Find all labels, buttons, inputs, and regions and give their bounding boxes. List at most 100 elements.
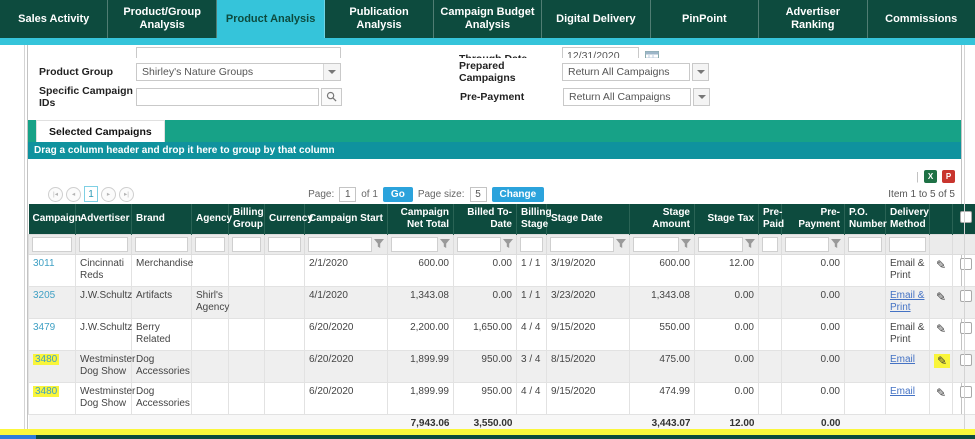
campaign-id-link[interactable]: 3480 [33,354,59,365]
chevron-down-icon[interactable] [323,64,340,80]
col-header-edit[interactable] [930,204,953,234]
tab-commissions[interactable]: Commissions [868,0,975,38]
filter-input-net-total[interactable] [391,237,438,252]
delivery-method-link[interactable]: Email & Print [890,290,924,314]
filter-input-stage-amount[interactable] [633,237,679,252]
col-header-agency[interactable]: Agency [192,204,229,234]
filter-funnel-icon[interactable] [616,239,626,249]
cropped-filter-input[interactable] [136,47,341,58]
col-header-billing-group[interactable]: Billing Group [229,204,265,234]
chevron-down-icon[interactable] [692,63,709,81]
panel-tab-bar: Selected Campaigns [28,120,961,142]
col-header-billed-to-date[interactable]: Billed To-Date [454,204,517,234]
filter-funnel-icon[interactable] [681,239,691,249]
filter-input-stage-tax[interactable] [698,237,743,252]
product-group-select[interactable]: Shirley's Nature Groups [136,63,341,81]
change-button[interactable]: Change [492,187,545,202]
tab-advertiser-ranking[interactable]: Advertiser Ranking [759,0,867,38]
tab-sales-activity[interactable]: Sales Activity [0,0,108,38]
tab-campaign-budget-analysis[interactable]: Campaign Budget Analysis [434,0,542,38]
grid-filter-row [29,234,975,254]
select-all-checkbox[interactable] [960,211,972,223]
next-page-button[interactable]: ▸ [101,187,116,202]
edit-campaign-icon[interactable]: ✎ [936,290,946,304]
col-header-pre-payment[interactable]: Pre-Payment [782,204,845,234]
prev-page-button[interactable]: ◂ [66,187,81,202]
filter-funnel-icon[interactable] [503,239,513,249]
filter-funnel-icon[interactable] [440,239,450,249]
campaign-id-link[interactable]: 3205 [33,290,55,301]
filter-funnel-icon[interactable] [745,239,755,249]
filter-input-agency[interactable] [195,237,225,252]
row-checkbox[interactable] [960,386,972,398]
col-header-brand[interactable]: Brand [132,204,192,234]
row-checkbox[interactable] [960,322,972,334]
edit-campaign-icon[interactable]: ✎ [936,322,946,336]
col-header-stage-tax[interactable]: Stage Tax [695,204,759,234]
delivery-method-link[interactable]: Email [890,386,915,397]
cell-brand: Dog Accessories [132,382,192,414]
campaign-id-link[interactable]: 3480 [33,386,59,397]
tab-pinpoint[interactable]: PinPoint [651,0,759,38]
filter-input-campaign-start[interactable] [308,237,372,252]
group-by-drop-zone[interactable]: Drag a column header and drop it here to… [28,142,961,159]
table-row: 3480Westminster Dog ShowDog Accessories6… [29,350,975,382]
col-header-campaign[interactable]: Campaign [29,204,76,234]
col-header-pre-paid[interactable]: Pre-Paid [759,204,782,234]
page-number-input[interactable] [339,187,356,202]
export-excel-icon[interactable]: X [924,170,937,183]
delivery-method-link[interactable]: Email [890,354,915,365]
filter-input-billing-stage[interactable] [520,237,543,252]
page-size-input[interactable] [470,187,487,202]
filter-input-advertiser[interactable] [79,237,128,252]
col-header-billing-stage[interactable]: Billing Stage [517,204,547,234]
campaign-id-link[interactable]: 3479 [33,322,55,333]
select-all-header[interactable] [953,204,975,234]
col-header-stage-amount[interactable]: Stage Amount [630,204,695,234]
filter-funnel-icon[interactable] [374,239,384,249]
chevron-down-icon[interactable] [693,88,710,106]
row-checkbox[interactable] [960,354,972,366]
col-header-delivery[interactable]: Delivery Method [886,204,930,234]
first-page-button[interactable]: |◂ [48,187,63,202]
current-page-button[interactable]: 1 [84,186,98,202]
export-pdf-icon[interactable]: P [942,170,955,183]
row-checkbox[interactable] [960,290,972,302]
tab-publication-analysis[interactable]: Publication Analysis [325,0,433,38]
row-checkbox[interactable] [960,258,972,270]
col-header-po-number[interactable]: P.O. Number [845,204,886,234]
calendar-icon[interactable] [645,50,661,58]
tab-selected-campaigns[interactable]: Selected Campaigns [36,120,165,142]
pre-payment-select[interactable]: Return All Campaigns [563,88,691,106]
filter-input-brand[interactable] [135,237,188,252]
filter-input-currency[interactable] [268,237,301,252]
col-header-advertiser[interactable]: Advertiser [76,204,132,234]
search-icon[interactable] [321,88,342,106]
filter-funnel-icon[interactable] [831,239,841,249]
col-header-campaign-start[interactable]: Campaign Start [305,204,388,234]
through-date-input[interactable] [562,47,639,58]
filter-input-pre-paid[interactable] [762,237,778,252]
edit-campaign-icon[interactable]: ✎ [936,386,946,400]
campaign-id-link[interactable]: 3011 [33,258,55,269]
tab-product-analysis[interactable]: Product Analysis [217,0,325,38]
filter-input-stage-date[interactable] [550,237,614,252]
filter-input-delivery[interactable] [889,237,926,252]
product-group-label: Product Group [39,66,136,78]
filter-input-po-number[interactable] [848,237,882,252]
edit-campaign-icon[interactable]: ✎ [934,354,950,368]
edit-campaign-icon[interactable]: ✎ [936,258,946,272]
filter-input-billing-group[interactable] [232,237,261,252]
filter-input-campaign[interactable] [32,237,72,252]
col-header-currency[interactable]: Currency [265,204,305,234]
col-header-stage-date[interactable]: Stage Date [547,204,630,234]
col-header-net-total[interactable]: Campaign Net Total [388,204,454,234]
last-page-button[interactable]: ▸| [119,187,134,202]
filter-input-pre-payment[interactable] [785,237,829,252]
prepared-campaigns-select[interactable]: Return All Campaigns [562,63,690,81]
go-button[interactable]: Go [383,187,413,202]
tab-digital-delivery[interactable]: Digital Delivery [542,0,650,38]
specific-campaign-ids-input[interactable] [136,88,319,106]
filter-input-billed-to-date[interactable] [457,237,501,252]
tab-product-group-analysis[interactable]: Product/Group Analysis [108,0,216,38]
